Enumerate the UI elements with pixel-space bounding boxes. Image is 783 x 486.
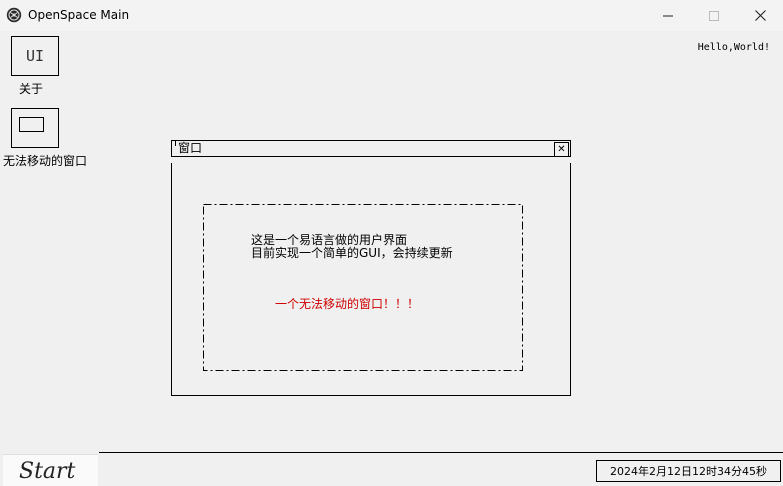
close-icon: ✕	[557, 143, 566, 155]
window-title: OpenSpace Main	[28, 8, 130, 22]
window-glyph	[19, 117, 44, 132]
ui-glyph: UI	[25, 47, 45, 65]
maximize-button[interactable]	[691, 0, 737, 31]
desktop-icon-label: 关于	[19, 82, 44, 96]
app-icon	[6, 7, 22, 23]
maximize-icon	[709, 10, 719, 21]
inner-window: 窗口 ✕ 这是一个易语言做的用户界面 目前实现一个简单的GUI，会持续更新 一个…	[171, 140, 571, 396]
minimize-button[interactable]	[645, 0, 691, 31]
inner-window-title: 窗口	[178, 141, 205, 156]
title-bar: OpenSpace Main	[0, 0, 783, 31]
taskbar-divider	[99, 452, 783, 453]
minimize-icon	[663, 15, 673, 16]
close-button[interactable]	[737, 0, 783, 31]
window-icon	[11, 108, 59, 148]
start-button[interactable]: Start	[3, 454, 98, 486]
close-icon	[754, 10, 766, 21]
desktop-icon-immovable-window[interactable]: 无法移动的窗口	[0, 103, 92, 169]
inner-window-close-button[interactable]: ✕	[554, 142, 569, 157]
greeting-text: Hello,World!	[697, 42, 770, 53]
inner-window-titlebar: 窗口 ✕	[171, 140, 571, 157]
inner-window-body: 这是一个易语言做的用户界面 目前实现一个简单的GUI，会持续更新 一个无法移动的…	[171, 163, 571, 396]
description-text: 这是一个易语言做的用户界面 目前实现一个简单的GUI，会持续更新	[251, 234, 453, 260]
description-line: 目前实现一个简单的GUI，会持续更新	[251, 246, 453, 260]
client-area: Hello,World! UI 关于 无法移动的窗口 窗口 ✕ 这是一个易语言做…	[0, 31, 783, 486]
clock-display: 2024年2月12日12时34分45秒	[596, 460, 781, 482]
dashed-frame	[203, 204, 523, 371]
notice-text: 一个无法移动的窗口！！！	[275, 297, 420, 311]
about-icon: UI	[11, 36, 59, 76]
start-label: Start	[19, 459, 76, 484]
desktop-icon-label: 无法移动的窗口	[3, 154, 88, 168]
desktop-icon-about[interactable]: UI 关于	[0, 31, 70, 97]
